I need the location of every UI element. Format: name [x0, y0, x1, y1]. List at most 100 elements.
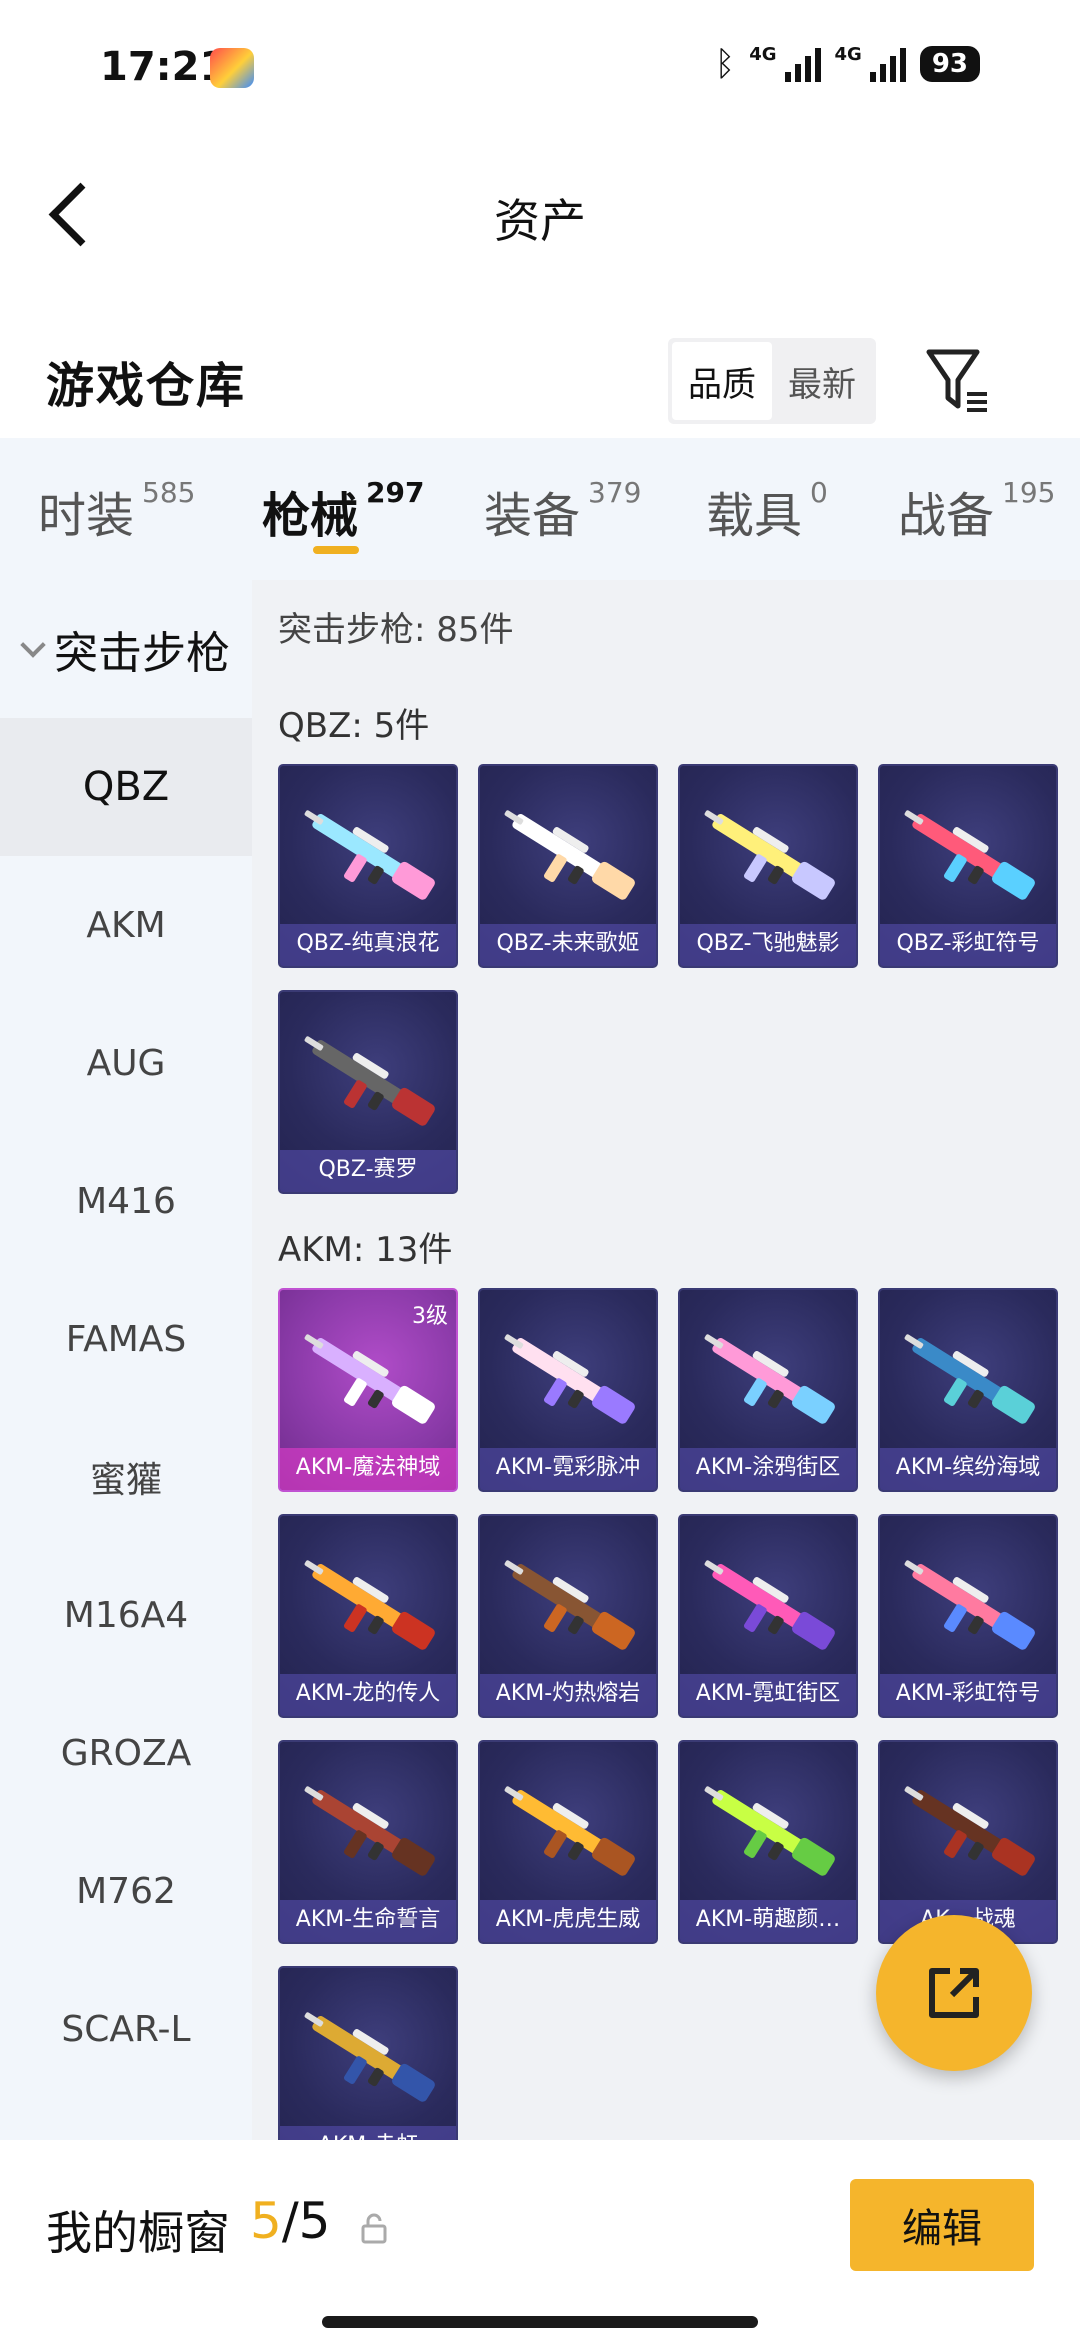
- tab-guns[interactable]: 枪械 297: [262, 476, 424, 546]
- sort-latest-button[interactable]: 最新: [772, 342, 872, 420]
- sidebar-item-scar-l[interactable]: SCAR-L: [0, 1960, 252, 2098]
- edit-button[interactable]: 编辑: [850, 2179, 1034, 2271]
- gun-skin-image: [904, 1334, 1035, 1424]
- gun-skin-image: [504, 1786, 635, 1876]
- tab-label: 枪械: [262, 488, 359, 544]
- item-card[interactable]: QBZ-未来歌姬: [478, 764, 658, 968]
- tab-supplies[interactable]: 战备 195: [898, 476, 1055, 546]
- item-card[interactable]: AKM-霓虹街区: [678, 1514, 858, 1718]
- share-button[interactable]: [876, 1915, 1032, 2071]
- sidebar-item-qbz[interactable]: QBZ: [0, 718, 252, 856]
- sidebar-item-honey-badger[interactable]: 蜜獾: [0, 1408, 252, 1546]
- item-card[interactable]: QBZ-赛罗: [278, 990, 458, 1194]
- item-card[interactable]: AKM-灼热熔岩: [478, 1514, 658, 1718]
- item-name: AKM-灼热熔岩: [480, 1674, 656, 1716]
- item-card[interactable]: AKM-赤虹: [278, 1966, 458, 2140]
- sidebar-item-famas[interactable]: FAMAS: [0, 1270, 252, 1408]
- lock-icon: [360, 2212, 388, 2244]
- item-card[interactable]: AKM-缤纷海域: [878, 1288, 1058, 1492]
- warehouse-header: 游戏仓库 品质 最新: [0, 320, 1080, 440]
- item-card[interactable]: AKM-霓彩脉冲: [478, 1288, 658, 1492]
- item-name: AKM-霓彩脉冲: [480, 1448, 656, 1490]
- battery-indicator: 93: [919, 46, 980, 82]
- sidebar-item-m416[interactable]: M416: [0, 1132, 252, 1270]
- item-card[interactable]: AKM-萌趣颜…: [678, 1740, 858, 1944]
- tab-count: 297: [366, 476, 425, 509]
- item-name: AKM-涂鸦街区: [680, 1448, 856, 1490]
- group-title-qbz: QBZ: 5件: [278, 706, 430, 746]
- sidebar: 突击步枪 QBZ AKM AUG M416 FAMAS 蜜獾 M16A4 GRO…: [0, 580, 252, 2140]
- sidebar-item-akm[interactable]: AKM: [0, 856, 252, 994]
- gun-skin-image: [504, 810, 635, 900]
- sidebar-item-m16a4[interactable]: M16A4: [0, 1546, 252, 1684]
- item-name: QBZ-飞驰魅影: [680, 924, 856, 966]
- tab-equipment[interactable]: 装备 379: [484, 476, 641, 546]
- item-name: AKM-魔法神域: [280, 1448, 456, 1490]
- item-name: AKM-赤虹: [280, 2126, 456, 2140]
- item-card[interactable]: QBZ-彩虹符号: [878, 764, 1058, 968]
- item-card[interactable]: AKM-彩虹符号: [878, 1514, 1058, 1718]
- item-card[interactable]: AKM-虎虎生威: [478, 1740, 658, 1944]
- item-level: 3级: [412, 1304, 448, 1329]
- gun-skin-image: [504, 1334, 635, 1424]
- sidebar-item-m762[interactable]: M762: [0, 1822, 252, 1960]
- item-name: AKM-龙的传人: [280, 1674, 456, 1716]
- item-card[interactable]: QBZ-纯真浪花: [278, 764, 458, 968]
- page-title: 资产: [494, 194, 586, 248]
- item-name: QBZ-赛罗: [280, 1150, 456, 1192]
- page: 17:21 ᛒ 4G 4G 93 资产 游戏仓库 品质 最新 时装 585 枪械…: [0, 0, 1080, 2351]
- status-right: ᛒ 4G 4G 93: [715, 44, 980, 84]
- gun-skin-image: [904, 810, 1035, 900]
- share-icon: [929, 1968, 979, 2018]
- header: 资产: [0, 150, 1080, 280]
- group-title-akm: AKM: 13件: [278, 1230, 453, 1270]
- tab-label: 战备: [898, 488, 995, 544]
- showcase-count: 5/5: [250, 2192, 330, 2250]
- tab-count: 379: [588, 476, 642, 509]
- showcase-total: /5: [281, 2192, 331, 2250]
- warehouse-title: 游戏仓库: [46, 358, 247, 414]
- sort-quality-button[interactable]: 品质: [672, 342, 772, 420]
- gun-skin-image: [304, 1560, 435, 1650]
- item-name: AKM-彩虹符号: [880, 1674, 1056, 1716]
- status-bar: 17:21 ᛒ 4G 4G 93: [0, 0, 1080, 130]
- sidebar-item-groza[interactable]: GROZA: [0, 1684, 252, 1822]
- active-tab-indicator: [313, 546, 359, 554]
- tab-count: 585: [142, 476, 196, 509]
- item-card[interactable]: AKM-生命誓言: [278, 1740, 458, 1944]
- network-type-2: 4G: [834, 44, 862, 65]
- item-card[interactable]: AK…战魂: [878, 1740, 1058, 1944]
- gun-skin-image: [704, 1786, 835, 1876]
- sidebar-group-assault-rifles[interactable]: 突击步枪: [0, 580, 252, 718]
- tab-label: 装备: [484, 488, 581, 544]
- home-indicator[interactable]: [322, 2316, 758, 2328]
- item-card[interactable]: AKM-龙的传人: [278, 1514, 458, 1718]
- category-total: 突击步枪: 85件: [278, 610, 514, 650]
- app-notification-icon: [210, 48, 254, 88]
- item-name: AKM-生命誓言: [280, 1900, 456, 1942]
- showcase-label: 我的橱窗: [46, 2206, 230, 2260]
- item-name: AKM-虎虎生威: [480, 1900, 656, 1942]
- item-card[interactable]: AKM-涂鸦街区: [678, 1288, 858, 1492]
- category-tabs: 时装 585 枪械 297 装备 379 载具 0 战备 195: [0, 438, 1080, 580]
- bluetooth-icon: ᛒ: [714, 44, 736, 84]
- tab-vehicles[interactable]: 载具 0: [706, 476, 828, 546]
- filter-icon[interactable]: [925, 342, 995, 422]
- status-time: 17:21: [100, 44, 228, 90]
- item-name: QBZ-彩虹符号: [880, 924, 1056, 966]
- item-name: AKM-萌趣颜…: [680, 1900, 856, 1942]
- item-name: AKM-缤纷海域: [880, 1448, 1056, 1490]
- showcase-current: 5: [250, 2192, 282, 2250]
- gun-skin-image: [304, 1786, 435, 1876]
- gun-skin-image: [704, 1560, 835, 1650]
- gun-skin-image: [304, 1036, 435, 1126]
- tab-count: 195: [1002, 476, 1056, 509]
- tab-fashion[interactable]: 时装 585: [38, 476, 195, 546]
- chevron-down-icon: [20, 632, 46, 658]
- sidebar-item-aug[interactable]: AUG: [0, 994, 252, 1132]
- gun-skin-image: [904, 1560, 1035, 1650]
- gun-skin-image: [904, 1786, 1035, 1876]
- item-card[interactable]: QBZ-飞驰魅影: [678, 764, 858, 968]
- gun-skin-image: [504, 1560, 635, 1650]
- item-card[interactable]: 3级 AKM-魔法神域: [278, 1288, 458, 1492]
